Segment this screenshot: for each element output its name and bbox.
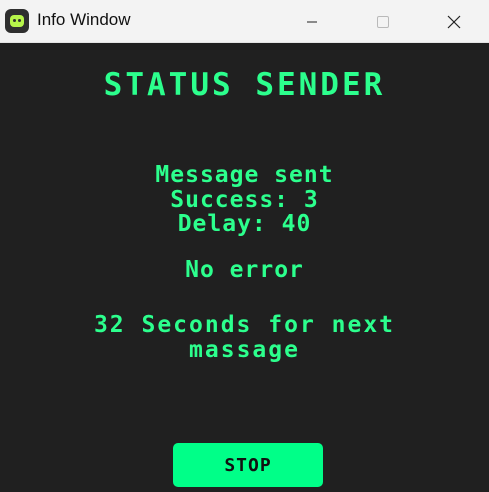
minimize-icon — [306, 21, 317, 22]
close-button[interactable] — [418, 0, 489, 43]
countdown-line-1: 32 Seconds for next — [93, 312, 396, 338]
minimize-button[interactable] — [276, 0, 347, 43]
error-status: No error — [185, 257, 304, 283]
message-status: Message sent — [155, 162, 334, 188]
info-window: Info Window STATUS SENDER Message sent S… — [0, 0, 489, 492]
app-chat-icon — [5, 9, 29, 33]
countdown-line-2: massage — [189, 337, 300, 363]
status-title: STATUS SENDER — [103, 67, 386, 103]
maximize-button[interactable] — [347, 0, 418, 43]
window-title: Info Window — [37, 10, 131, 29]
success-count: Success: 3 — [170, 187, 319, 213]
close-icon — [447, 15, 460, 28]
status-content: STATUS SENDER Message sent Success: 3 De… — [0, 43, 489, 492]
title-bar[interactable]: Info Window — [0, 0, 489, 43]
stop-button[interactable]: STOP — [173, 443, 323, 487]
window-controls — [276, 0, 489, 43]
delay-value: Delay: 40 — [177, 211, 312, 237]
chat-bubble-icon — [10, 15, 24, 27]
maximize-icon — [376, 15, 389, 28]
next-message-countdown: 32 Seconds for next massage — [0, 313, 489, 363]
